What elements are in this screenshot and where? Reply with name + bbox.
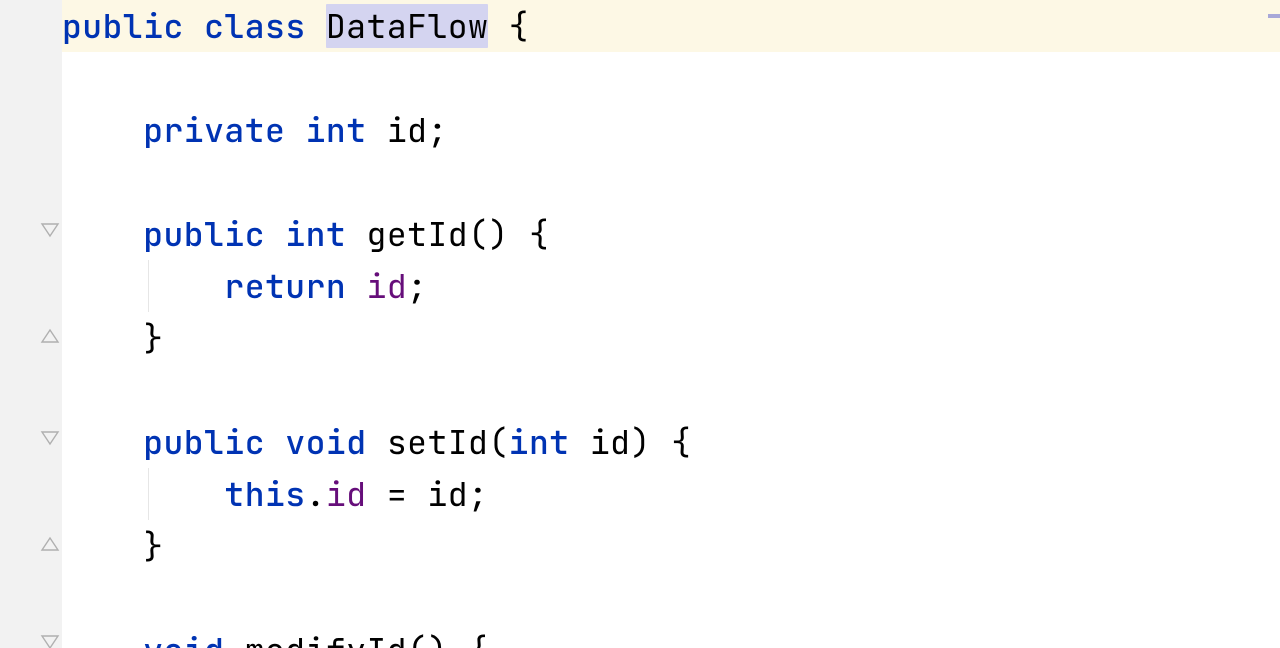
- field-id: id: [387, 108, 428, 152]
- scrollbar-track[interactable]: [1267, 0, 1280, 648]
- keyword-this: this: [224, 472, 305, 516]
- code-line[interactable]: [62, 52, 1280, 104]
- keyword-return: return: [224, 264, 346, 308]
- brace-close: }: [143, 316, 163, 360]
- paren-open: (: [488, 420, 508, 464]
- assignment: = id;: [367, 472, 489, 516]
- class-name: DataFlow: [326, 4, 488, 48]
- code-line[interactable]: }: [62, 520, 1280, 572]
- dot: .: [306, 472, 326, 516]
- semicolon: ;: [407, 264, 427, 308]
- fold-marker-collapse-icon[interactable]: [40, 222, 60, 242]
- method-modifyId: modifyId: [224, 628, 407, 648]
- param-id: id): [570, 420, 651, 464]
- brace-close: }: [143, 524, 163, 568]
- keyword-public: public: [143, 420, 265, 464]
- fold-marker-collapse-icon[interactable]: [40, 634, 60, 648]
- field-id-ref: id: [367, 264, 408, 308]
- code-editor[interactable]: public class DataFlow { private int id; …: [0, 0, 1280, 648]
- code-line[interactable]: public class DataFlow {: [62, 0, 1280, 52]
- fold-marker-expand-icon[interactable]: [40, 532, 60, 552]
- code-line[interactable]: }: [62, 312, 1280, 364]
- keyword-public: public: [62, 4, 184, 48]
- keyword-private: private: [143, 108, 285, 152]
- code-line[interactable]: [62, 364, 1280, 416]
- code-line[interactable]: return id;: [62, 260, 1280, 312]
- fold-marker-expand-icon[interactable]: [40, 324, 60, 344]
- keyword-public: public: [143, 212, 265, 256]
- code-line[interactable]: [62, 572, 1280, 624]
- code-line[interactable]: public void setId(int id) {: [62, 416, 1280, 468]
- code-line[interactable]: private int id;: [62, 104, 1280, 156]
- semicolon: ;: [427, 108, 447, 152]
- keyword-int: int: [509, 420, 570, 464]
- code-line[interactable]: void modifyId() {: [62, 624, 1280, 648]
- field-id-ref: id: [326, 472, 367, 516]
- fold-marker-collapse-icon[interactable]: [40, 430, 60, 450]
- parens: (): [407, 628, 448, 648]
- method-getId: getId: [367, 212, 469, 256]
- editor-gutter: [0, 0, 62, 648]
- keyword-void: void: [143, 628, 224, 648]
- keyword-void: void: [285, 420, 366, 464]
- code-line[interactable]: [62, 156, 1280, 208]
- brace-open: {: [509, 212, 550, 256]
- keyword-int: int: [306, 108, 367, 152]
- keyword-int: int: [285, 212, 346, 256]
- parens: (): [468, 212, 509, 256]
- keyword-class: class: [204, 4, 306, 48]
- code-line[interactable]: this.id = id;: [62, 468, 1280, 520]
- scrollbar-error-mark[interactable]: [1268, 14, 1280, 18]
- code-area[interactable]: public class DataFlow { private int id; …: [62, 0, 1280, 648]
- code-line[interactable]: public int getId() {: [62, 208, 1280, 260]
- method-setId: setId: [387, 420, 489, 464]
- brace-open: {: [651, 420, 692, 464]
- brace-open: {: [448, 628, 489, 648]
- brace-open: {: [488, 4, 529, 48]
